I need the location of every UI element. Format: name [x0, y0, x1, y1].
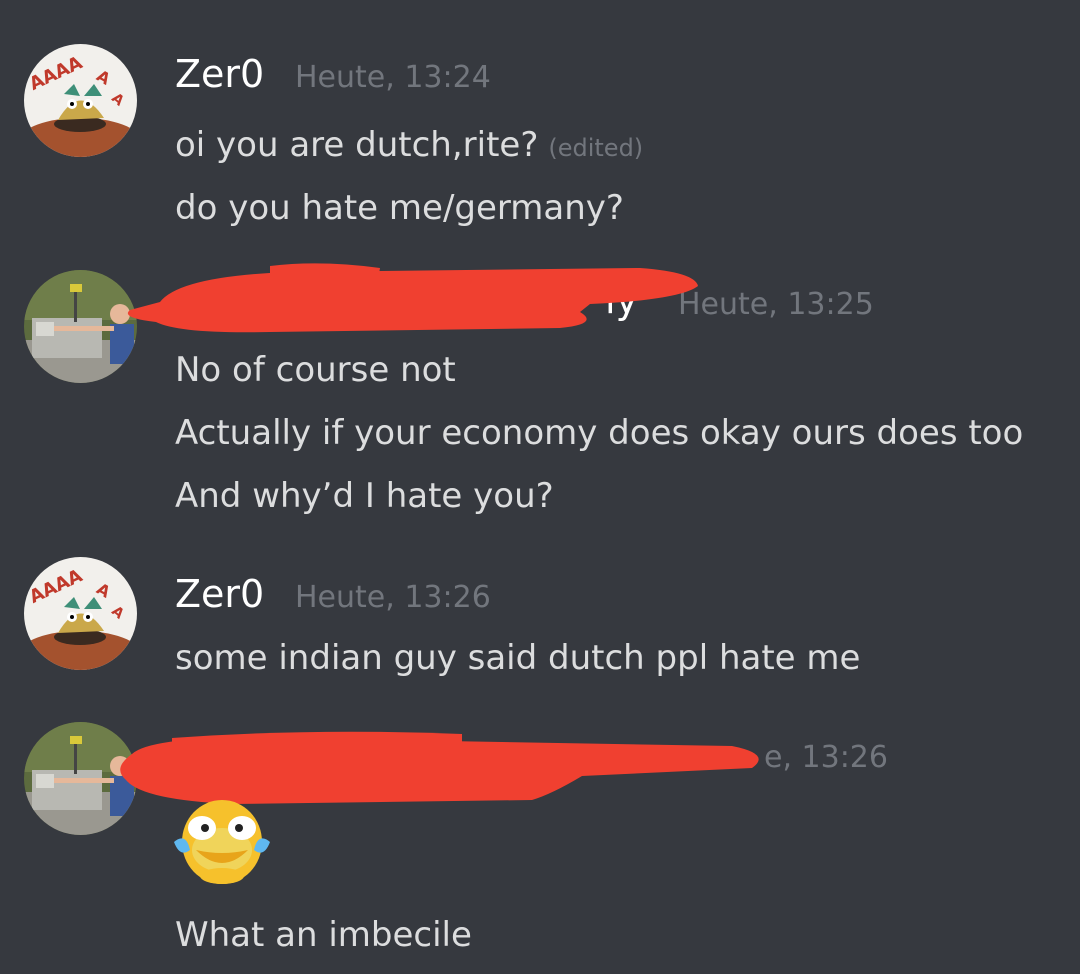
edited-label: (edited) [548, 134, 644, 162]
message-line: No of course not [175, 350, 456, 390]
message-line: And why’d I hate you? [175, 476, 554, 516]
message-author[interactable]: Zer0 [175, 572, 264, 616]
message-line: Actually if your economy does okay ours … [175, 413, 1024, 453]
message-line: do you hate me/germany? [175, 188, 624, 228]
message-line: oi you are dutch,rite? (edited) [175, 125, 643, 168]
message-author[interactable]: Zer0 [175, 52, 264, 96]
message-timestamp: e, 13:26 [764, 740, 888, 775]
zero-avatar-icon[interactable]: AAAA A A [24, 44, 137, 157]
laughing-crying-emoji-icon [172, 792, 272, 888]
message-text: oi you are dutch,rite? [175, 125, 539, 165]
message-timestamp: Heute, 13:26 [295, 580, 491, 615]
zero-avatar-icon[interactable]: AAAA A A [24, 557, 137, 670]
message-line: What an imbecile [175, 915, 472, 955]
chat-messages: AAAA A A Zer0 Heute, 13:24 oi you are du… [0, 0, 1080, 974]
message-line: some indian guy said dutch ppl hate me [175, 638, 861, 678]
redaction-mark [120, 262, 710, 338]
message-timestamp: Heute, 13:24 [295, 60, 491, 95]
